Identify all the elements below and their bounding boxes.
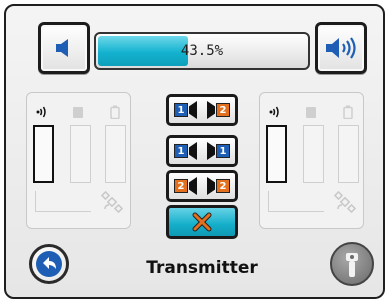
- speaker-cone-icon: [207, 101, 215, 119]
- channel-number: 2: [174, 179, 188, 193]
- speaker-cone-icon: [189, 177, 197, 195]
- speaker-cone-icon: [189, 101, 197, 119]
- speaker-meter: [303, 125, 324, 183]
- right-channel: 1: [206, 142, 230, 160]
- speaker-cone-icon: [207, 177, 215, 195]
- transmitter-button[interactable]: [330, 242, 374, 286]
- volume-bar[interactable]: 43.5%: [94, 32, 310, 70]
- signal-meter: [33, 125, 54, 183]
- mute-button[interactable]: [166, 205, 238, 239]
- volume-up-button[interactable]: [315, 22, 367, 74]
- satellite-icon: [101, 191, 123, 213]
- volume-percent: 43.5%: [180, 43, 224, 59]
- satellite-icon: [334, 191, 356, 213]
- left-channel: 1: [174, 142, 198, 160]
- battery-meter: [338, 125, 359, 183]
- speaker-icon: [306, 107, 316, 118]
- left-channel: 2: [174, 177, 198, 195]
- signal-icon: [36, 106, 46, 118]
- right-speaker-panel: [259, 92, 364, 229]
- mute-x-icon: [192, 212, 212, 232]
- signal-meter: [266, 125, 287, 183]
- battery-meter: [105, 125, 126, 183]
- channel-number: 2: [216, 179, 230, 193]
- channel-button-1-2[interactable]: 1 2: [166, 94, 238, 126]
- channel-number: 1: [174, 144, 188, 158]
- channel-button-2-2[interactable]: 2 2: [166, 170, 238, 202]
- left-channel: 1: [174, 101, 198, 119]
- channel-button-1-1[interactable]: 1 1: [166, 135, 238, 167]
- battery-icon: [110, 105, 120, 119]
- right-channel: 2: [206, 177, 230, 195]
- speaker-cone-icon: [189, 142, 197, 160]
- transmitter-icon: [346, 253, 358, 277]
- channel-number: 1: [174, 103, 188, 117]
- speaker-loud-icon: [326, 37, 356, 59]
- right-channel: 2: [206, 101, 230, 119]
- back-arrow-icon: [36, 251, 62, 277]
- channel-number: 1: [216, 144, 230, 158]
- channel-number: 2: [216, 103, 230, 117]
- left-speaker-panel: [26, 92, 131, 229]
- speaker-meter: [70, 125, 91, 183]
- speaker-cone-icon: [207, 142, 215, 160]
- back-button[interactable]: [29, 244, 69, 284]
- signal-icon: [269, 106, 279, 118]
- speaker-icon: [73, 107, 83, 118]
- divider: [268, 191, 324, 212]
- divider: [35, 191, 91, 212]
- battery-icon: [343, 105, 353, 119]
- page-title: Transmitter: [146, 258, 258, 278]
- speaker-quiet-icon: [56, 39, 68, 57]
- volume-down-button[interactable]: [38, 22, 90, 74]
